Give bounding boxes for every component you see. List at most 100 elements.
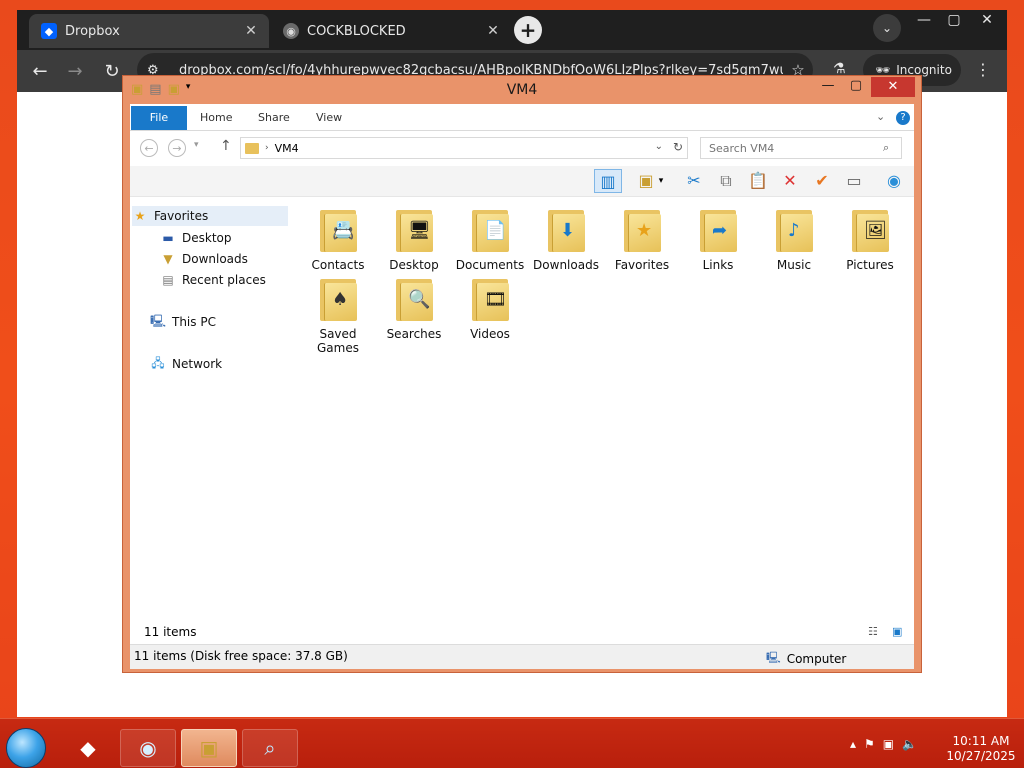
back-button[interactable]: ← xyxy=(27,58,53,84)
minimize-button[interactable]: — xyxy=(909,12,939,28)
folder-saved-games[interactable]: ♠ Saved Games xyxy=(302,277,374,355)
close-icon[interactable]: ✕ xyxy=(241,23,261,39)
taskbar-app-dropbox[interactable]: ◆ xyxy=(60,729,116,767)
downloads-folder-icon: ⬇ xyxy=(546,208,586,252)
downloads-icon: ▼ xyxy=(163,252,173,266)
folder-documents[interactable]: 📄 Documents xyxy=(454,208,526,272)
back-button[interactable]: ← xyxy=(140,139,158,157)
contacts-folder-icon: 📇 xyxy=(318,208,358,252)
up-button[interactable]: ↑ xyxy=(220,138,232,154)
searches-folder-icon: 🔍 xyxy=(394,277,434,321)
clock-time: 10:11 AM xyxy=(952,734,1010,748)
nav-label: Downloads xyxy=(182,252,248,266)
folder-videos[interactable]: 🎞 Videos xyxy=(454,277,526,341)
music-folder-icon: ♪ xyxy=(774,208,814,252)
delete-icon[interactable]: ✕ xyxy=(776,169,804,193)
folder-searches[interactable]: 🔍 Searches xyxy=(378,277,450,341)
folder-label: Links xyxy=(702,258,734,272)
folder-downloads[interactable]: ⬇ Downloads xyxy=(530,208,602,272)
explorer-window: ▣ ▤ ▣ ▾ VM4 — ▢ ✕ File Home Share View ⌄… xyxy=(122,75,922,673)
network-icon: 🖧 xyxy=(151,355,165,370)
help-icon[interactable]: ? xyxy=(896,111,910,125)
taskbar-app-search[interactable]: ⌕ xyxy=(242,729,298,767)
start-button[interactable] xyxy=(6,728,46,768)
nav-item-recent-places[interactable]: ▤ Recent places xyxy=(160,270,266,290)
system-tray: ▴ ⚑ ▣ 🔈 xyxy=(850,737,917,751)
forward-button[interactable]: → xyxy=(62,58,88,84)
computer-icon: 🖳 xyxy=(150,313,167,328)
search-input[interactable] xyxy=(707,140,883,156)
folder-favorites[interactable]: ★ Favorites xyxy=(606,208,678,272)
nav-item-downloads[interactable]: ▼ Downloads xyxy=(160,249,248,269)
item-count: 11 items xyxy=(144,625,197,639)
large-icons-view-icon[interactable]: ▣ xyxy=(892,625,902,638)
forward-button[interactable]: → xyxy=(168,139,186,157)
options-icon[interactable]: ◉ xyxy=(880,169,908,193)
nav-item-network[interactable]: 🖧 Network xyxy=(150,354,222,374)
cut-icon[interactable]: ✂ xyxy=(680,169,708,193)
rename-field-icon[interactable]: ▭ xyxy=(840,169,868,193)
close-window-button[interactable]: ✕ xyxy=(871,77,915,97)
explorer-titlebar: ▣ ▤ ▣ ▾ VM4 — ▢ ✕ xyxy=(123,76,921,104)
tab-home[interactable]: Home xyxy=(200,106,232,130)
folder-label: Searches xyxy=(386,327,442,341)
nav-item-favorites[interactable]: ★ Favorites xyxy=(132,206,288,226)
breadcrumb[interactable]: VM4 xyxy=(275,142,299,155)
details-view-icon[interactable]: ☷ xyxy=(868,625,878,638)
folder-label: Saved Games xyxy=(317,327,359,355)
tab-file[interactable]: File xyxy=(131,106,187,130)
nav-item-desktop[interactable]: ▬ Desktop xyxy=(160,228,231,248)
chevron-down-icon[interactable]: ⌄ xyxy=(655,141,663,152)
status-text: 11 items (Disk free space: 37.8 GB) xyxy=(134,649,348,663)
search-icon[interactable]: ⌕ xyxy=(883,141,901,155)
minimize-button[interactable]: — xyxy=(815,78,841,93)
tab-cockblocked[interactable]: ◉ COCKBLOCKED ✕ xyxy=(271,14,511,48)
pictures-folder-icon: 🖼 xyxy=(850,208,890,252)
show-hidden-icons-icon[interactable]: ▴ xyxy=(850,737,856,751)
folder-label: Documents xyxy=(455,258,525,272)
close-icon[interactable]: ✕ xyxy=(483,23,503,39)
preview-pane-button[interactable]: ▥ xyxy=(594,169,622,193)
clock-date: 10/27/2025 xyxy=(946,749,1016,763)
taskbar-app-browser[interactable]: ◉ xyxy=(120,729,176,767)
folder-links[interactable]: ➦ Links xyxy=(682,208,754,272)
desktop-folder-icon: 🖥 xyxy=(394,208,434,252)
chevron-down-icon[interactable]: ⌄ xyxy=(876,110,885,123)
action-center-flag-icon[interactable]: ⚑ xyxy=(864,737,875,751)
new-tab-button[interactable]: + xyxy=(514,16,542,44)
folder-pictures[interactable]: 🖼 Pictures xyxy=(834,208,906,272)
tab-share[interactable]: Share xyxy=(258,106,290,130)
volume-icon[interactable]: 🔈 xyxy=(902,737,917,751)
folder-label: Desktop xyxy=(389,258,439,272)
search-box[interactable]: ⌕ xyxy=(700,137,902,159)
address-bar[interactable]: › VM4 ⌄ ↻ xyxy=(240,137,688,159)
clock[interactable]: 10:11 AM 10/27/2025 xyxy=(946,734,1016,764)
nav-label: Network xyxy=(172,357,223,371)
nav-item-this-pc[interactable]: 🖳 This PC xyxy=(150,312,216,332)
folder-label: Videos xyxy=(470,327,510,341)
tab-dropbox[interactable]: ◆ Dropbox ✕ xyxy=(29,14,269,48)
close-window-button[interactable]: ✕ xyxy=(972,12,1002,28)
tab-search-button[interactable]: ⌄ xyxy=(873,14,901,42)
copy-icon[interactable]: ⧉ xyxy=(712,169,740,193)
paste-icon[interactable]: 📋 xyxy=(744,169,772,193)
maximize-button[interactable]: ▢ xyxy=(939,12,969,28)
folder-desktop[interactable]: 🖥 Desktop xyxy=(378,208,450,272)
chevron-down-icon[interactable]: ▾ xyxy=(654,169,668,193)
folder-music[interactable]: ♪ Music xyxy=(758,208,830,272)
folder-contacts[interactable]: 📇 Contacts xyxy=(302,208,374,272)
recent-locations-chevron-icon[interactable]: ▾ xyxy=(194,140,199,150)
tab-view[interactable]: View xyxy=(316,106,342,130)
explorer-body: File Home Share View ⌄ ? ← → ▾ ↑ › VM4 ⌄… xyxy=(130,104,914,669)
network-icon[interactable]: ▣ xyxy=(883,737,894,751)
refresh-icon[interactable]: ↻ xyxy=(673,140,683,154)
ribbon-tabs: File Home Share View ⌄ ? xyxy=(130,106,914,131)
browser-menu-icon[interactable]: ⋮ xyxy=(973,60,993,79)
folder-label: Pictures xyxy=(846,258,894,272)
taskbar-app-explorer[interactable]: ▣ xyxy=(181,729,237,767)
maximize-button[interactable]: ▢ xyxy=(843,78,869,93)
rename-check-icon[interactable]: ✔ xyxy=(808,169,836,193)
chevron-right-icon[interactable]: › xyxy=(265,143,269,153)
desktop-icon: ▬ xyxy=(162,231,174,245)
nav-label: Favorites xyxy=(154,209,209,223)
